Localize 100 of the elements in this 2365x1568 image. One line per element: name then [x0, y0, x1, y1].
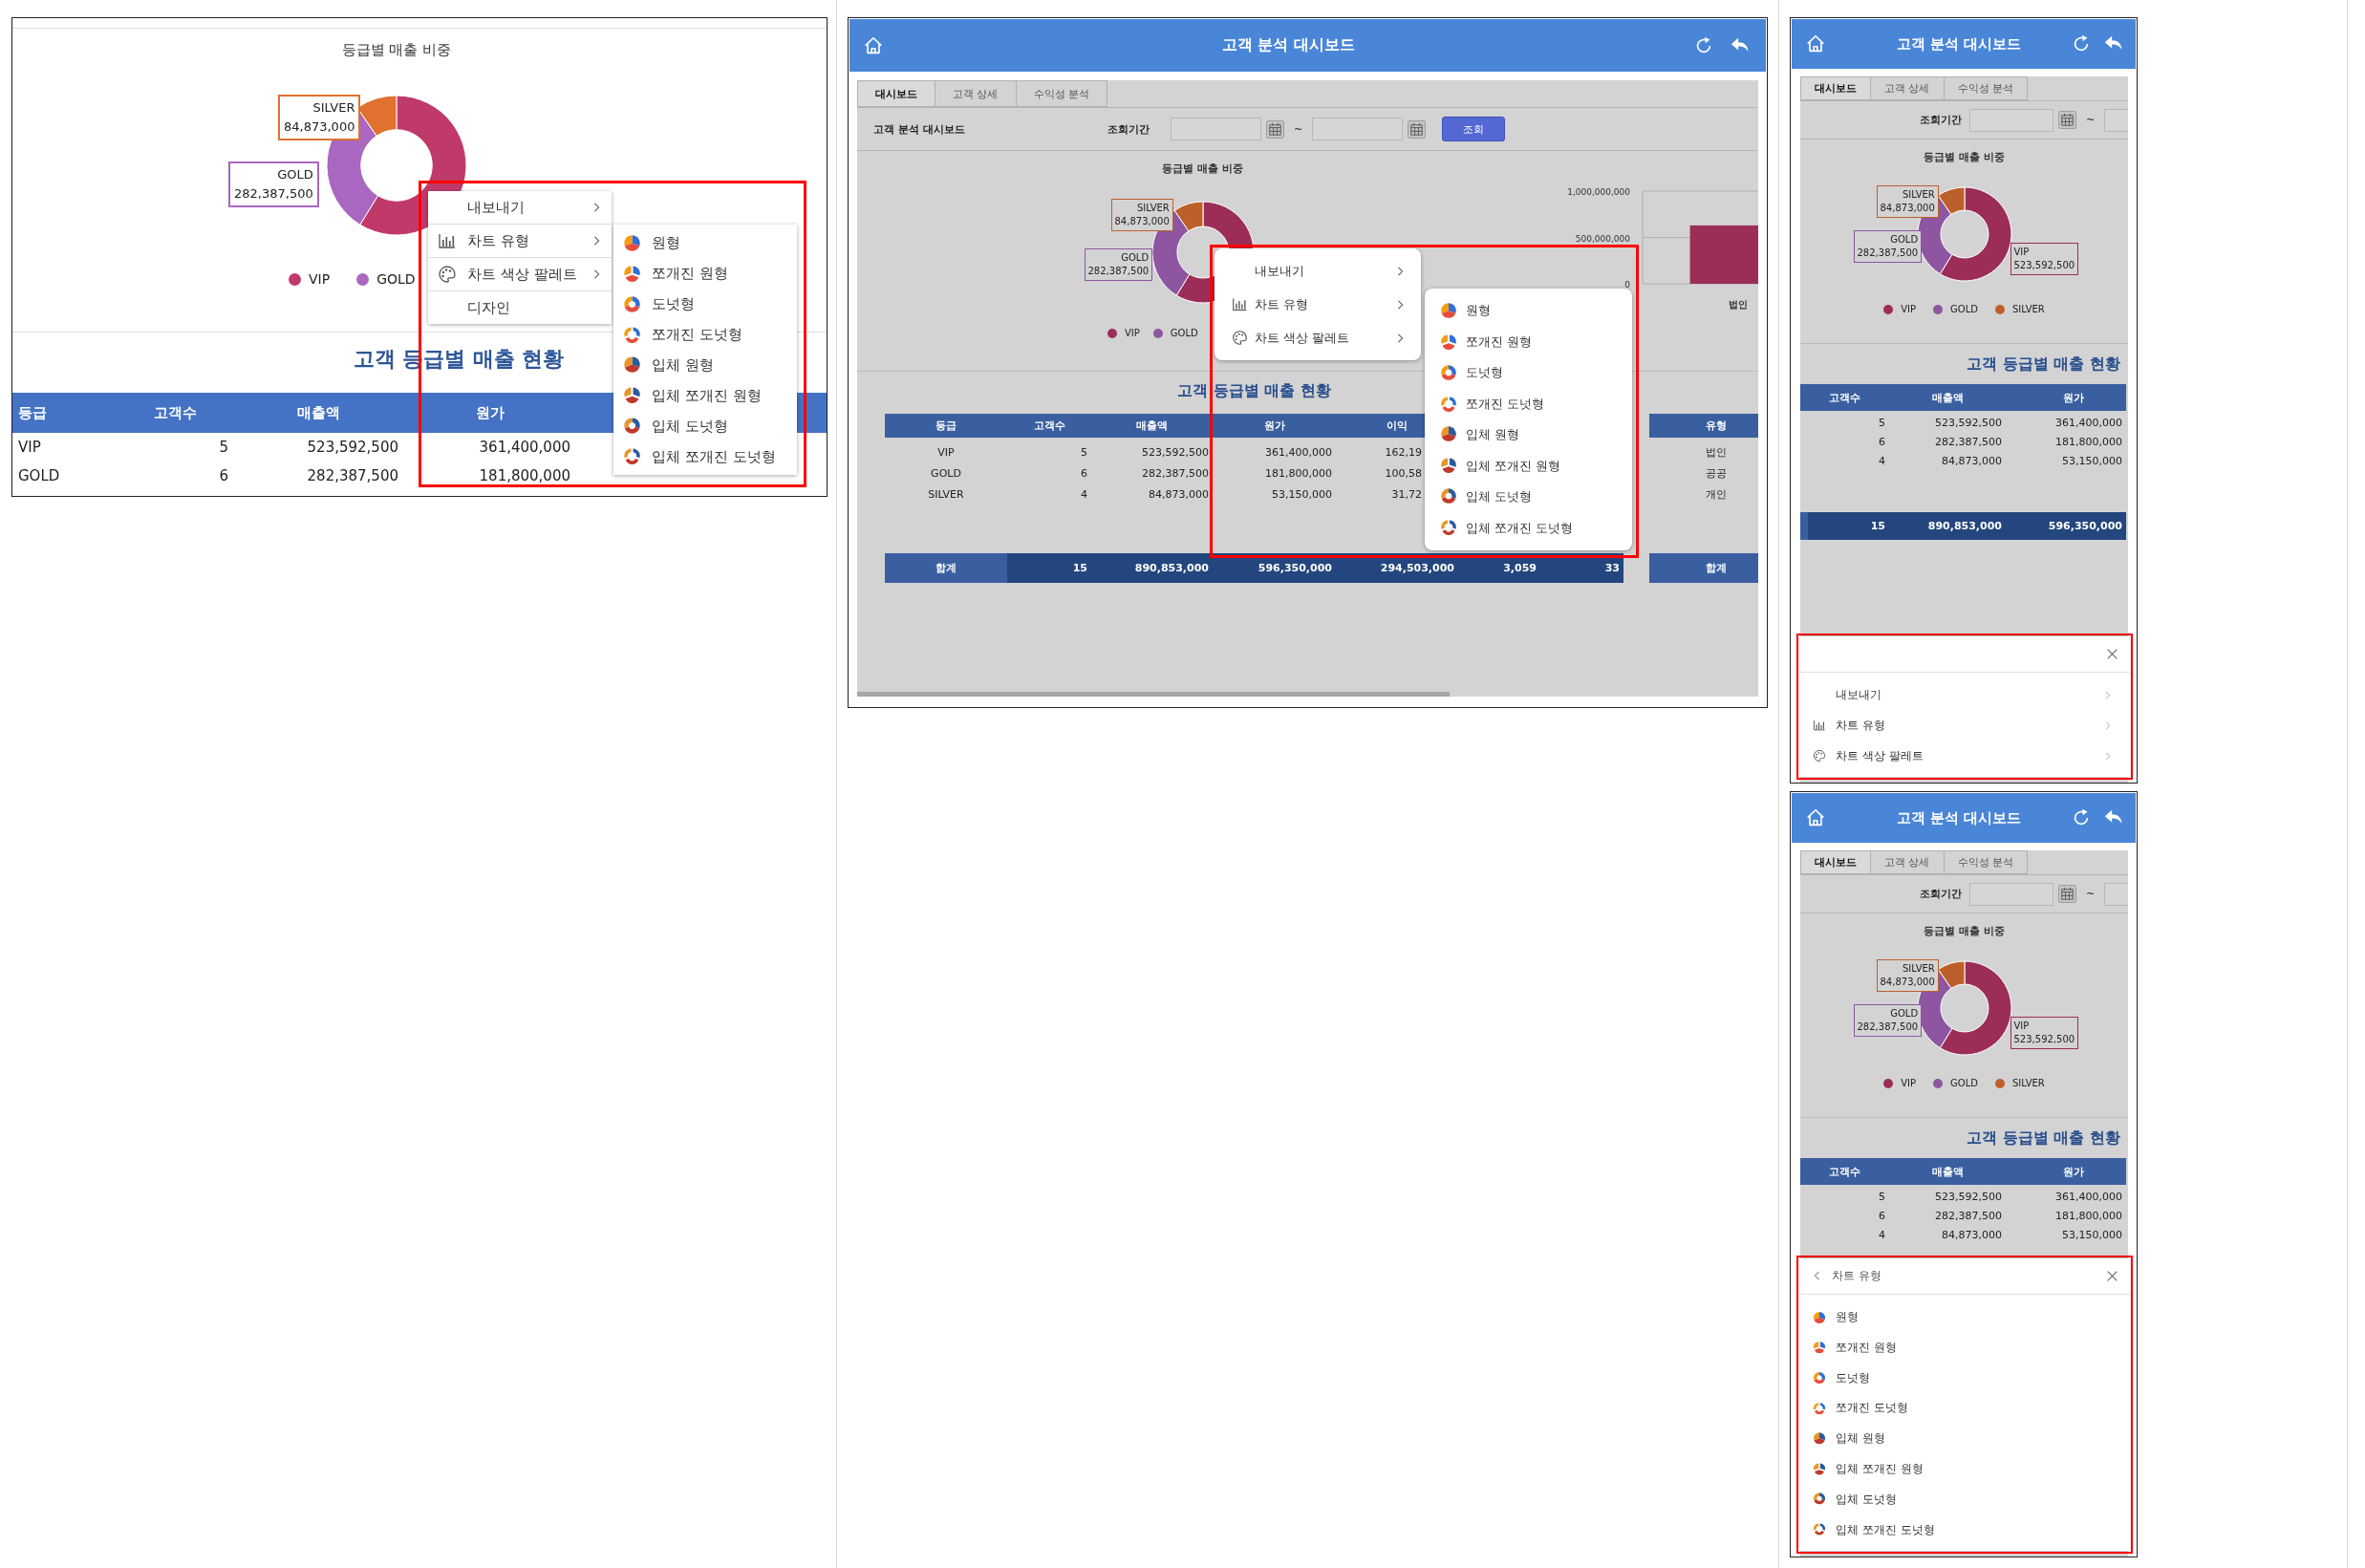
bar-chart-icon [1813, 719, 1826, 733]
menu-item[interactable]: 입체 쪼개진 도넛형 [1800, 1514, 2130, 1545]
column-header: 등급 [17, 403, 48, 422]
menu-item[interactable]: 차트 유형 [1800, 710, 2130, 741]
legend-label: VIP [309, 271, 331, 287]
legend-label: GOLD [1950, 304, 1978, 314]
menu-item[interactable]: 입체 도넛형 [1425, 482, 1632, 513]
menu-item[interactable]: 입체 쪼개진 원형 [613, 380, 797, 411]
tab[interactable]: 대시보드 [1800, 76, 1871, 100]
table-cell-text: 181,800,000 [478, 467, 571, 484]
menu-item[interactable]: 입체 도넛형 [613, 411, 797, 441]
donut-chart-icon [623, 325, 641, 344]
menu-item[interactable]: 차트 색상 팔레트 [1800, 741, 2130, 771]
donut-chart-icon [1440, 488, 1457, 506]
column-header: 매출액 [295, 403, 341, 422]
pie-chart-icon [1813, 1431, 1826, 1446]
home-icon[interactable] [1805, 33, 1826, 54]
header-title: 고객 분석 대시보드 [1895, 808, 2023, 827]
table-cell-text: 84,873,000 [1941, 1228, 2003, 1241]
menu-item[interactable]: 입체 쪼개진 원형 [1425, 450, 1632, 482]
tab[interactable]: 수익성 분석 [1943, 850, 2028, 874]
table-cell-text: 5 [1080, 445, 1088, 459]
menu-item[interactable]: 입체 원형 [613, 350, 797, 380]
pie-chart-icon [1813, 1310, 1826, 1324]
label-value: 282,387,500 [1857, 247, 1919, 260]
total-cell-text: 596,350,000 [1257, 562, 1333, 574]
date-field[interactable] [1969, 882, 2053, 906]
menu-item[interactable]: 차트 색상 팔레트 [1215, 321, 1421, 354]
menu-item[interactable]: 도넛형 [613, 289, 797, 319]
calendar-icon[interactable] [1408, 119, 1427, 139]
table-cell-text: 181,800,000 [1264, 466, 1333, 480]
menu-item[interactable]: 도넛형 [1800, 1363, 2130, 1393]
menu-item[interactable]: 차트 유형 [428, 224, 612, 257]
table-cell-text: 개인 [1705, 486, 1728, 502]
tab[interactable]: 고객 상세 [1870, 76, 1945, 100]
menu-item[interactable]: 차트 색상 팔레트 [428, 257, 612, 290]
table-cell-text: 282,387,500 [1141, 466, 1210, 480]
total-cell: 합계 [885, 553, 1007, 583]
calendar-icon[interactable] [2058, 111, 2076, 129]
label-category: SILVER [1901, 962, 1935, 976]
menu-item[interactable]: 입체 쪼개진 도넛형 [613, 441, 797, 472]
menu-item[interactable]: 쪼개진 도넛형 [1425, 388, 1632, 419]
date-field[interactable] [1312, 118, 1404, 140]
menu-item[interactable]: 차트 유형 [1215, 288, 1421, 321]
menu-item[interactable]: 디자인 [428, 290, 612, 324]
calendar-icon[interactable] [1266, 119, 1284, 139]
menu-item[interactable]: 쪼개진 도넛형 [613, 319, 797, 350]
menu-item[interactable]: 도넛형 [1425, 357, 1632, 389]
table-cell-text: 181,800,000 [2054, 435, 2123, 448]
menu-item[interactable]: 쪼개진 원형 [1800, 1332, 2130, 1364]
label-category: GOLD [1889, 1007, 1919, 1020]
table-cell-text: 5 [218, 439, 229, 456]
menu-item[interactable]: 쪼개진 원형 [1425, 326, 1632, 357]
table-cell-text: 5 [1878, 416, 1886, 429]
chevron-left-icon[interactable] [1814, 1270, 1820, 1282]
table-cell-text: 4 [1878, 454, 1886, 467]
tab[interactable]: 대시보드 [1800, 850, 1871, 874]
menu-item[interactable]: 내보내기 [1215, 254, 1421, 288]
tab[interactable]: 수익성 분석 [1943, 76, 2028, 100]
calendar-icon[interactable] [2058, 885, 2076, 903]
date-field[interactable] [1969, 108, 2053, 132]
table-cell-text: 282,387,500 [1934, 435, 2003, 448]
bar-chart-icon [1232, 296, 1248, 312]
tab[interactable]: 수익성 분석 [1015, 80, 1107, 107]
menu-item[interactable]: 입체 원형 [1425, 419, 1632, 451]
date-field[interactable] [1171, 118, 1261, 140]
menu-item[interactable]: 원형 [1425, 295, 1632, 327]
column-header: 매출액 [1135, 419, 1169, 433]
close-icon[interactable] [2106, 1269, 2118, 1282]
scrollbar[interactable] [857, 692, 1450, 697]
close-icon[interactable] [2106, 647, 2118, 660]
menu-item[interactable]: 입체 쪼개진 원형 [1800, 1453, 2130, 1485]
table-cell-text: 법인 [1705, 444, 1728, 460]
column-header: 유형 [1705, 419, 1728, 433]
menu-item[interactable]: 입체 원형 [1800, 1423, 2130, 1454]
home-icon[interactable] [863, 34, 884, 56]
menu-item[interactable]: 쪼개진 도넛형 [1800, 1393, 2130, 1424]
pie-chart-icon [1440, 426, 1457, 444]
table-cell-text: 53,150,000 [2061, 454, 2123, 467]
section-title: 고객 등급별 매출 현황 [1967, 1128, 2120, 1149]
tab[interactable]: 대시보드 [857, 80, 935, 107]
tab[interactable]: 고객 상세 [935, 80, 1017, 107]
table-cell-text: 523,592,500 [1934, 416, 2003, 429]
menu-item[interactable]: 입체 도넛형 [1800, 1484, 2130, 1515]
label-category: GOLD [1120, 251, 1150, 265]
menu-item[interactable]: 내보내기 [428, 191, 612, 224]
donut-chart-icon [1813, 1493, 1826, 1507]
legend-label: VIP [1901, 304, 1916, 314]
label-category: GOLD [276, 166, 313, 183]
search-button[interactable]: 조회 [1442, 117, 1506, 141]
menu-item[interactable]: 쪼개진 원형 [613, 258, 797, 289]
home-icon[interactable] [1805, 807, 1826, 828]
tab[interactable]: 고객 상세 [1870, 850, 1945, 874]
menu-item[interactable]: 원형 [613, 227, 797, 258]
menu-item[interactable]: 입체 쪼개진 도넛형 [1425, 512, 1632, 544]
menu-item[interactable]: 원형 [1800, 1301, 2130, 1333]
table-cell-text: VIP [17, 439, 42, 456]
table-cell-text: 53,150,000 [2061, 1228, 2123, 1241]
menu-item[interactable]: 내보내기 [1800, 679, 2130, 711]
field-label: 조회기간 [1920, 887, 1962, 901]
